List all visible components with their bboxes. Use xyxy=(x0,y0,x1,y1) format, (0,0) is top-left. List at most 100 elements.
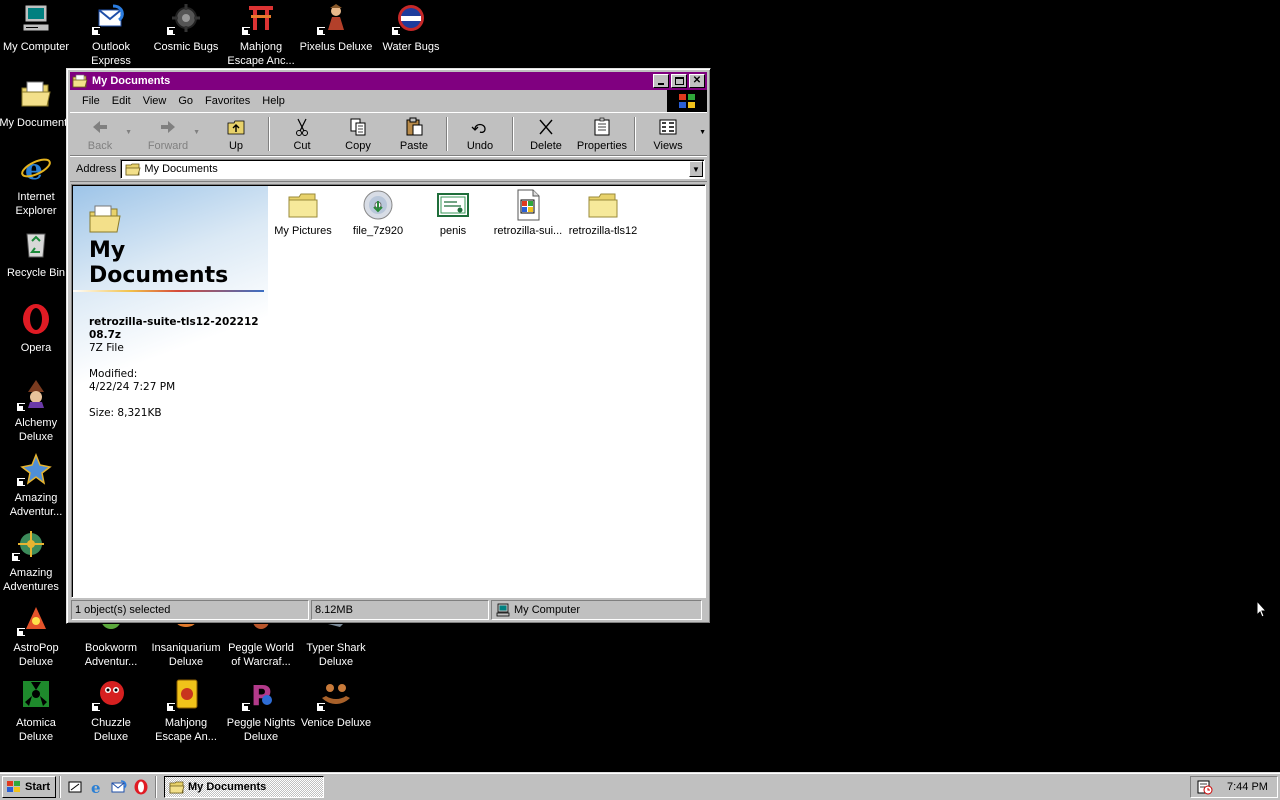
desktop-icon-pixelus-deluxe[interactable]: Pixelus Deluxe xyxy=(298,2,374,54)
shortcut-arrow-icon xyxy=(16,477,26,487)
desktop-icon-mahjong-escape[interactable]: Mahjong Escape Anc... xyxy=(223,2,299,68)
delete-button[interactable]: Delete xyxy=(518,115,574,153)
desktop-icon-peggle-nights[interactable]: P Peggle Nights Deluxe xyxy=(223,678,299,744)
shortcut-arrow-icon xyxy=(241,702,251,712)
back-button[interactable]: Back ▼ xyxy=(72,115,132,153)
desktop-icon-label: Peggle Nights Deluxe xyxy=(226,717,296,743)
desktop-icon-label: Venice Deluxe xyxy=(300,717,372,729)
file-item[interactable]: My Pictures xyxy=(265,189,341,237)
title-bar[interactable]: My Documents ✕ xyxy=(70,72,707,90)
desktop-icon-my-computer[interactable]: My Computer xyxy=(0,2,74,54)
folder-open-icon xyxy=(125,163,141,176)
forward-button[interactable]: Forward ▼ xyxy=(140,115,200,153)
desktop-icon-mahjong-escape-2[interactable]: Mahjong Escape An... xyxy=(148,678,224,744)
desktop-icon-outlook-express[interactable]: Outlook Express xyxy=(73,2,149,68)
folder-icon xyxy=(588,193,618,218)
file-size: Size: 8,321KB xyxy=(89,407,162,419)
views-button[interactable]: Views ▼ xyxy=(640,115,706,153)
cut-button[interactable]: Cut xyxy=(274,115,330,153)
close-button[interactable]: ✕ xyxy=(689,74,705,88)
shortcut-arrow-icon xyxy=(91,702,101,712)
desktop-icon-alchemy-deluxe[interactable]: Alchemy Deluxe xyxy=(0,378,74,444)
desktop-icon-water-bugs[interactable]: Water Bugs xyxy=(373,2,449,54)
quicklaunch-show-desktop[interactable] xyxy=(64,776,86,798)
undo-icon xyxy=(471,123,486,133)
desktop-icon-recycle-bin[interactable]: Recycle Bin xyxy=(0,228,74,280)
desktop-icon-chuzzle[interactable]: Chuzzle Deluxe xyxy=(73,678,149,744)
menu-go[interactable]: Go xyxy=(172,95,199,107)
address-dropdown-button[interactable]: ▼ xyxy=(689,161,703,177)
views-label: Views xyxy=(653,139,683,152)
outlook-express-icon xyxy=(111,779,127,792)
menu-file[interactable]: File xyxy=(76,95,106,107)
quicklaunch-outlook-express[interactable] xyxy=(108,776,130,798)
taskbar-separator xyxy=(155,775,157,798)
views-dropdown-icon[interactable]: ▼ xyxy=(699,129,706,136)
paste-button[interactable]: Paste xyxy=(386,115,442,153)
menu-help[interactable]: Help xyxy=(256,95,291,107)
desktop-icon-amazing-adventures-2[interactable]: Amazing Adventures xyxy=(0,528,69,594)
address-field[interactable]: My Documents ▼ xyxy=(120,159,705,179)
properties-label: Properties xyxy=(576,139,628,152)
forward-dropdown-icon[interactable]: ▼ xyxy=(193,129,200,136)
desktop-icon-cosmic-bugs[interactable]: Cosmic Bugs xyxy=(148,2,224,54)
desktop-icon-label: Internet Explorer xyxy=(15,191,57,217)
desktop-icon-internet-explorer[interactable]: e Internet Explorer xyxy=(0,152,74,218)
status-selection-text: 1 object(s) selected xyxy=(75,604,171,616)
properties-button[interactable]: Properties xyxy=(574,115,630,153)
web-view-title: My Documents xyxy=(89,238,228,288)
desktop-icon-label: Alchemy Deluxe xyxy=(14,417,58,443)
minimize-icon xyxy=(658,83,664,85)
desktop-icon-atomica-deluxe[interactable]: Atomica Deluxe xyxy=(0,678,74,744)
maximize-icon xyxy=(674,77,684,85)
undo-button[interactable]: Undo xyxy=(452,115,508,153)
menu-edit[interactable]: Edit xyxy=(106,95,137,107)
my-documents-folder-icon xyxy=(89,205,121,233)
folder-content[interactable]: My Documents retrozilla-suite-tls12-2022… xyxy=(71,184,706,598)
desktop-icon-venice-deluxe[interactable]: Venice Deluxe xyxy=(298,678,374,730)
back-dropdown-icon[interactable]: ▼ xyxy=(125,129,132,136)
menu-favorites[interactable]: Favorites xyxy=(199,95,256,107)
web-view-title-line1: My xyxy=(89,238,126,263)
status-zone-text: My Computer xyxy=(514,604,581,616)
atomica-icon xyxy=(20,678,52,710)
quicklaunch-opera[interactable] xyxy=(130,776,152,798)
shortcut-arrow-icon xyxy=(16,627,26,637)
desktop-icon-label: Recycle Bin xyxy=(6,267,66,279)
my-documents-icon xyxy=(20,78,52,110)
delete-label: Delete xyxy=(530,139,562,152)
desktop-icon-astropop-deluxe[interactable]: AstroPop Deluxe xyxy=(0,603,74,669)
show-desktop-icon xyxy=(68,781,82,792)
toolbar-separator xyxy=(634,117,636,151)
clock[interactable]: 7:44 PM xyxy=(1227,781,1268,793)
minimize-button[interactable] xyxy=(653,74,669,88)
desktop-icon-my-documents[interactable]: My Documents xyxy=(0,78,74,130)
mahjong-escape-icon xyxy=(241,2,277,36)
file-item[interactable]: penis xyxy=(415,189,491,237)
maximize-button[interactable] xyxy=(671,74,687,88)
file-item[interactable]: retrozilla-tls12 xyxy=(565,189,641,237)
internet-explorer-icon: e xyxy=(91,779,101,795)
desktop-icon-label: Pixelus Deluxe xyxy=(299,41,373,53)
file-label: retrozilla-tls12 xyxy=(568,225,638,237)
copy-button[interactable]: Copy xyxy=(330,115,386,153)
certificate-icon xyxy=(437,193,469,217)
desktop-icon-label: AstroPop Deluxe xyxy=(13,642,59,668)
desktop-icon-opera[interactable]: Opera xyxy=(0,303,74,355)
file-item[interactable]: retrozilla-sui... xyxy=(490,189,566,237)
recycle-bin-icon xyxy=(20,228,52,260)
mouse-cursor-icon xyxy=(1256,600,1268,618)
window-title: My Documents xyxy=(92,75,171,87)
menu-view[interactable]: View xyxy=(137,95,173,107)
taskbar-button-my-documents[interactable]: My Documents xyxy=(164,775,324,798)
desktop-icon-label: Amazing Adventur... xyxy=(9,492,63,518)
astropop-deluxe-icon xyxy=(16,603,52,637)
scheduled-tasks-icon[interactable] xyxy=(1197,779,1213,795)
file-item[interactable]: file_7z920 xyxy=(340,189,416,237)
address-value: My Documents xyxy=(144,163,218,175)
start-button[interactable]: Start xyxy=(2,775,56,798)
up-button[interactable]: Up xyxy=(208,115,264,153)
shortcut-arrow-icon xyxy=(11,552,21,562)
desktop-icon-amazing-adventures[interactable]: Amazing Adventur... xyxy=(0,453,74,519)
quicklaunch-internet-explorer[interactable]: e xyxy=(86,776,108,798)
